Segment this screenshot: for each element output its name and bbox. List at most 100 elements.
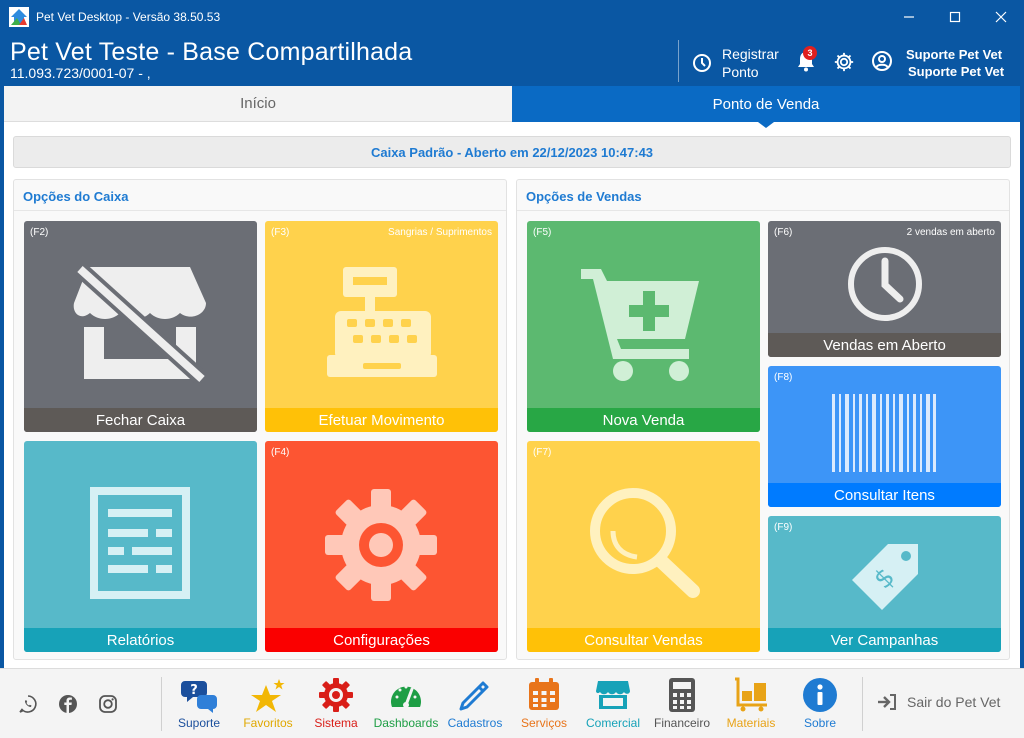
gauge-icon — [391, 685, 421, 708]
header-divider — [678, 40, 679, 82]
minimize-button[interactable] — [886, 0, 932, 34]
shortcut-key: (F9) — [774, 522, 793, 533]
user-name[interactable]: Suporte Pet Vet — [906, 46, 1002, 64]
nav-separator — [862, 677, 863, 731]
tile-label: Efetuar Movimento — [265, 408, 498, 432]
stars-icon — [251, 679, 285, 712]
section-title: Opções de Vendas — [526, 189, 642, 204]
system-gear-icon — [319, 678, 353, 712]
header: Pet Vet Teste - Base Compartilhada 11.09… — [0, 34, 1024, 86]
section-caixa: Opções do Caixa (F2) Fechar Caixa (F3) S… — [13, 179, 507, 660]
user-role: Suporte Pet Vet — [908, 64, 1005, 79]
magnifier-icon — [590, 488, 700, 598]
reports-tile[interactable]: Relatórios — [24, 441, 257, 652]
shortcut-key: (F2) — [30, 227, 49, 238]
shortcut-key: (F6) — [774, 227, 793, 238]
nav-label: Sistema — [314, 716, 358, 730]
search-sales-tile[interactable]: (F7) Consultar Vendas — [527, 441, 760, 652]
clock-icon — [693, 54, 711, 72]
tile-label: Configurações — [265, 628, 498, 652]
register-line1: Registrar — [722, 46, 779, 62]
tile-label: Relatórios — [24, 628, 257, 652]
tile-note: 2 vendas em aberto — [906, 227, 995, 238]
nav-servicos[interactable]: Serviços — [508, 675, 580, 735]
tile-label: Vendas em Aberto — [768, 333, 1001, 357]
app-logo-icon — [9, 7, 29, 27]
tab-ponto-de-venda[interactable]: Ponto de Venda — [512, 86, 1020, 122]
info-icon — [803, 678, 837, 712]
nav-label: Suporte — [177, 716, 221, 730]
search-items-tile[interactable]: (F8) Consultar Itens — [768, 366, 1001, 507]
gear-icon — [325, 489, 437, 601]
tile-label: Nova Venda — [527, 408, 760, 432]
tile-note: Sangrias / Suprimentos — [388, 227, 492, 238]
nav-sistema[interactable]: Sistema — [300, 675, 372, 735]
support-chat-icon: ? — [181, 681, 217, 713]
maximize-button[interactable] — [932, 0, 978, 34]
settings-tile[interactable]: (F4) Configurações — [265, 441, 498, 652]
nav-separator — [161, 677, 162, 731]
nav-label: Comercial — [585, 716, 640, 730]
closed-store-icon — [73, 263, 208, 383]
maximize-icon — [949, 11, 961, 23]
exit-icon — [878, 694, 896, 710]
instagram-icon[interactable] — [98, 694, 118, 714]
cash-movement-tile[interactable]: (F3) Sangrias / Suprimentos Efetuar Movi… — [265, 221, 498, 432]
nav-sobre[interactable]: Sobre — [784, 675, 856, 735]
company-document: 11.093.723/0001-07 - , — [10, 65, 151, 81]
facebook-icon[interactable] — [58, 694, 78, 714]
tab-bar: Início Ponto de Venda — [4, 86, 1020, 122]
nav-suporte[interactable]: ? Suporte — [163, 675, 235, 735]
calculator-icon — [669, 678, 695, 712]
shortcut-key: (F4) — [271, 447, 290, 458]
company-name: Pet Vet Teste - Base Compartilhada — [10, 38, 413, 66]
whatsapp-icon[interactable] — [18, 694, 38, 714]
settings-gear-icon[interactable] — [833, 51, 855, 73]
new-sale-tile[interactable]: (F5) Nova Venda — [527, 221, 760, 432]
tile-label: Fechar Caixa — [24, 408, 257, 432]
tab-inicio[interactable]: Início — [4, 86, 512, 122]
exit-label: Sair do Pet Vet — [907, 694, 1001, 710]
shortcut-key: (F5) — [533, 227, 552, 238]
close-icon — [995, 11, 1007, 23]
shortcut-key: (F7) — [533, 447, 552, 458]
window-title: Pet Vet Desktop - Versão 38.50.53 — [36, 10, 221, 24]
nav-dashboards[interactable]: Dashboards — [370, 675, 442, 735]
nav-label: Materiais — [726, 716, 776, 730]
close-button[interactable] — [978, 0, 1024, 34]
section-vendas: Opções de Vendas (F5) Nova Venda (F6) 2 — [516, 179, 1010, 660]
register-time-button[interactable]: Registrar Ponto — [692, 43, 779, 83]
user-icon[interactable] — [871, 50, 893, 72]
nav-materiais[interactable]: Materiais — [715, 675, 787, 735]
close-cash-tile[interactable]: (F2) Fechar Caixa — [24, 221, 257, 432]
nav-label: Sobre — [803, 716, 837, 730]
barcode-icon — [832, 394, 936, 472]
nav-cadastros[interactable]: Cadastros — [439, 675, 511, 735]
notification-badge: 3 — [803, 46, 817, 60]
nav-label: Favoritos — [243, 716, 293, 730]
cash-register-icon — [327, 267, 437, 377]
nav-label: Cadastros — [447, 716, 503, 730]
nav-comercial[interactable]: Comercial — [577, 675, 649, 735]
tile-label: Consultar Itens — [768, 483, 1001, 507]
shortcut-key: (F8) — [774, 372, 793, 383]
campaigns-tile[interactable]: (F9) $ Ver Campanhas — [768, 516, 1001, 652]
cart-plus-icon — [581, 269, 699, 381]
exit-button[interactable]: Sair do Pet Vet — [876, 693, 1000, 711]
active-tab-indicator — [758, 122, 774, 128]
nav-label: Financeiro — [653, 716, 711, 730]
svg-text:?: ? — [190, 683, 198, 698]
open-sales-tile[interactable]: (F6) 2 vendas em aberto Vendas em Aberto — [768, 221, 1001, 357]
price-tag-icon: $ — [852, 544, 918, 610]
nav-financeiro[interactable]: Financeiro — [646, 675, 718, 735]
section-title: Opções do Caixa — [23, 189, 129, 204]
clock-icon — [848, 247, 922, 321]
nav-favoritos[interactable]: Favoritos — [232, 675, 304, 735]
bottom-bar: ? Suporte Favoritos Sistema Dashboards C… — [0, 668, 1024, 738]
section-divider — [517, 210, 1009, 211]
register-line2: Ponto — [722, 64, 759, 80]
cash-register-status: Caixa Padrão - Aberto em 22/12/2023 10:4… — [13, 136, 1011, 168]
storefront-icon — [596, 681, 630, 709]
calendar-icon — [529, 678, 559, 710]
tile-label: Ver Campanhas — [768, 628, 1001, 652]
